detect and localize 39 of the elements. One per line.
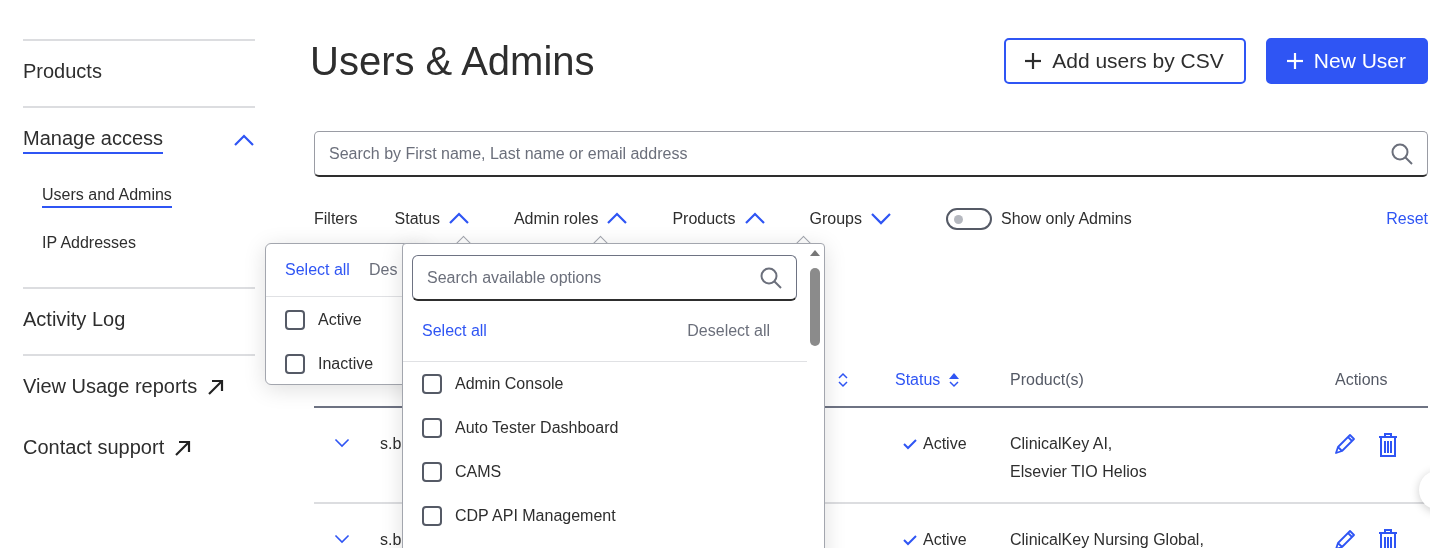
page-title: Users & Admins: [310, 38, 595, 84]
column-header: Actions: [1335, 371, 1388, 389]
sidebar-subitem[interactable]: IP Addresses: [42, 234, 136, 256]
status-cell-text: Active: [923, 434, 967, 454]
sidebar-item[interactable]: Activity Log: [23, 308, 126, 335]
filter-dropdown[interactable]: Admin roles: [513, 210, 599, 228]
email-cell-text: s.b: [380, 434, 403, 454]
new-user-button[interactable]: New User: [1265, 38, 1428, 84]
filter-dropdown[interactable]: Status: [394, 210, 440, 228]
option-label: Active: [318, 311, 362, 329]
email-cell-text: s.b: [380, 530, 403, 548]
toggle-label: Show only Admins: [1001, 210, 1132, 228]
select-all-link[interactable]: Select all: [422, 322, 487, 340]
filter-dropdown[interactable]: Products: [672, 210, 736, 228]
column-header: Product(s): [1010, 371, 1084, 389]
sidebar-subitem[interactable]: Users and Admins: [42, 186, 172, 208]
sidebar-link[interactable]: Contact support: [23, 436, 165, 459]
search-field[interactable]: Search by First name, Last name or email address: [314, 131, 1428, 177]
reset-link[interactable]: Reset: [1386, 210, 1428, 228]
options-search-field[interactable]: Search available options: [412, 255, 797, 301]
sidebar-item[interactable]: Manage access: [23, 127, 164, 154]
option-label: Inactive: [318, 355, 374, 373]
filter-dropdown[interactable]: Groups: [809, 210, 862, 228]
column-header[interactable]: Status: [895, 371, 941, 389]
option-label: Auto Tester Dashboard: [455, 419, 619, 437]
sidebar-link[interactable]: View Usage reports: [23, 375, 198, 398]
product-cell-text: ClinicalKey AI,: [1010, 434, 1114, 454]
filters-label: Filters: [314, 210, 358, 228]
product-cell-text: Elsevier TIO Helios: [1010, 462, 1148, 482]
option-label: CDP API Management: [455, 507, 616, 525]
add-users-button[interactable]: Add users by CSV: [1004, 38, 1246, 84]
option-label: Admin Console: [455, 375, 564, 393]
sidebar-item[interactable]: Products: [23, 60, 102, 87]
deselect-all-link[interactable]: Des: [368, 261, 398, 279]
status-cell-text: Active: [923, 530, 967, 548]
deselect-all-link[interactable]: Deselect all: [687, 322, 770, 340]
option-label: CAMS: [455, 463, 502, 481]
product-cell-text: ClinicalKey Nursing Global,: [1010, 530, 1205, 548]
select-all-link[interactable]: Select all: [285, 261, 350, 279]
